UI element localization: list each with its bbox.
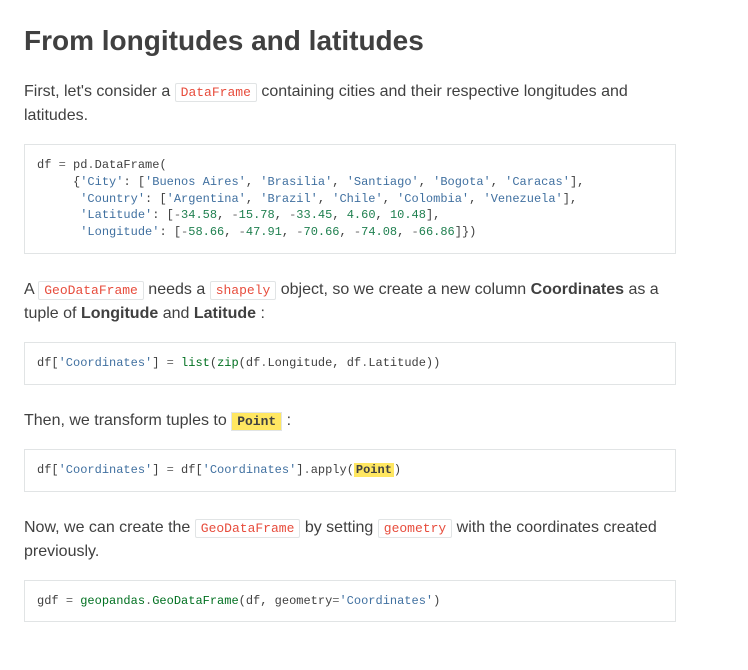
code-block-1: df = pd.DataFrame( {'City': ['Buenos Air…: [24, 144, 676, 254]
geodataframe-code: GeoDataFrame: [38, 281, 144, 300]
intro-paragraph: First, let's consider a DataFrame contai…: [24, 80, 676, 128]
code-block-2: df['Coordinates'] = list(zip(df.Longitud…: [24, 342, 676, 385]
longitude-strong: Longitude: [81, 305, 158, 322]
geometry-code: geometry: [378, 519, 452, 538]
coordinates-strong: Coordinates: [531, 281, 624, 298]
code-content: gdf = geopandas.GeoDataFrame(df, geometr…: [37, 593, 663, 610]
text: A: [24, 281, 38, 298]
text: by setting: [300, 519, 377, 536]
paragraph-2: A GeoDataFrame needs a shapely object, s…: [24, 278, 676, 326]
point-code: Point: [231, 412, 282, 431]
text: Then, we transform tuples to: [24, 412, 231, 429]
dataframe-code: DataFrame: [175, 83, 257, 102]
text: object, so we create a new column: [276, 281, 530, 298]
code-block-4: gdf = geopandas.GeoDataFrame(df, geometr…: [24, 580, 676, 623]
text: :: [282, 412, 291, 429]
code-block-3: df['Coordinates'] = df['Coordinates'].ap…: [24, 449, 676, 492]
code-content: df['Coordinates'] = df['Coordinates'].ap…: [37, 462, 663, 479]
text: :: [256, 305, 265, 322]
code-content: df = pd.DataFrame( {'City': ['Buenos Air…: [37, 157, 663, 241]
text: needs a: [144, 281, 210, 298]
geodataframe-code-2: GeoDataFrame: [195, 519, 301, 538]
text: Now, we can create the: [24, 519, 195, 536]
paragraph-3: Then, we transform tuples to Point :: [24, 409, 676, 433]
text: First, let's consider a: [24, 83, 175, 100]
code-content: df['Coordinates'] = list(zip(df.Longitud…: [37, 355, 663, 372]
section-heading: From longitudes and latitudes: [24, 20, 676, 62]
paragraph-4: Now, we can create the GeoDataFrame by s…: [24, 516, 676, 564]
latitude-strong: Latitude: [194, 305, 256, 322]
text: and: [158, 305, 194, 322]
shapely-code: shapely: [210, 281, 277, 300]
